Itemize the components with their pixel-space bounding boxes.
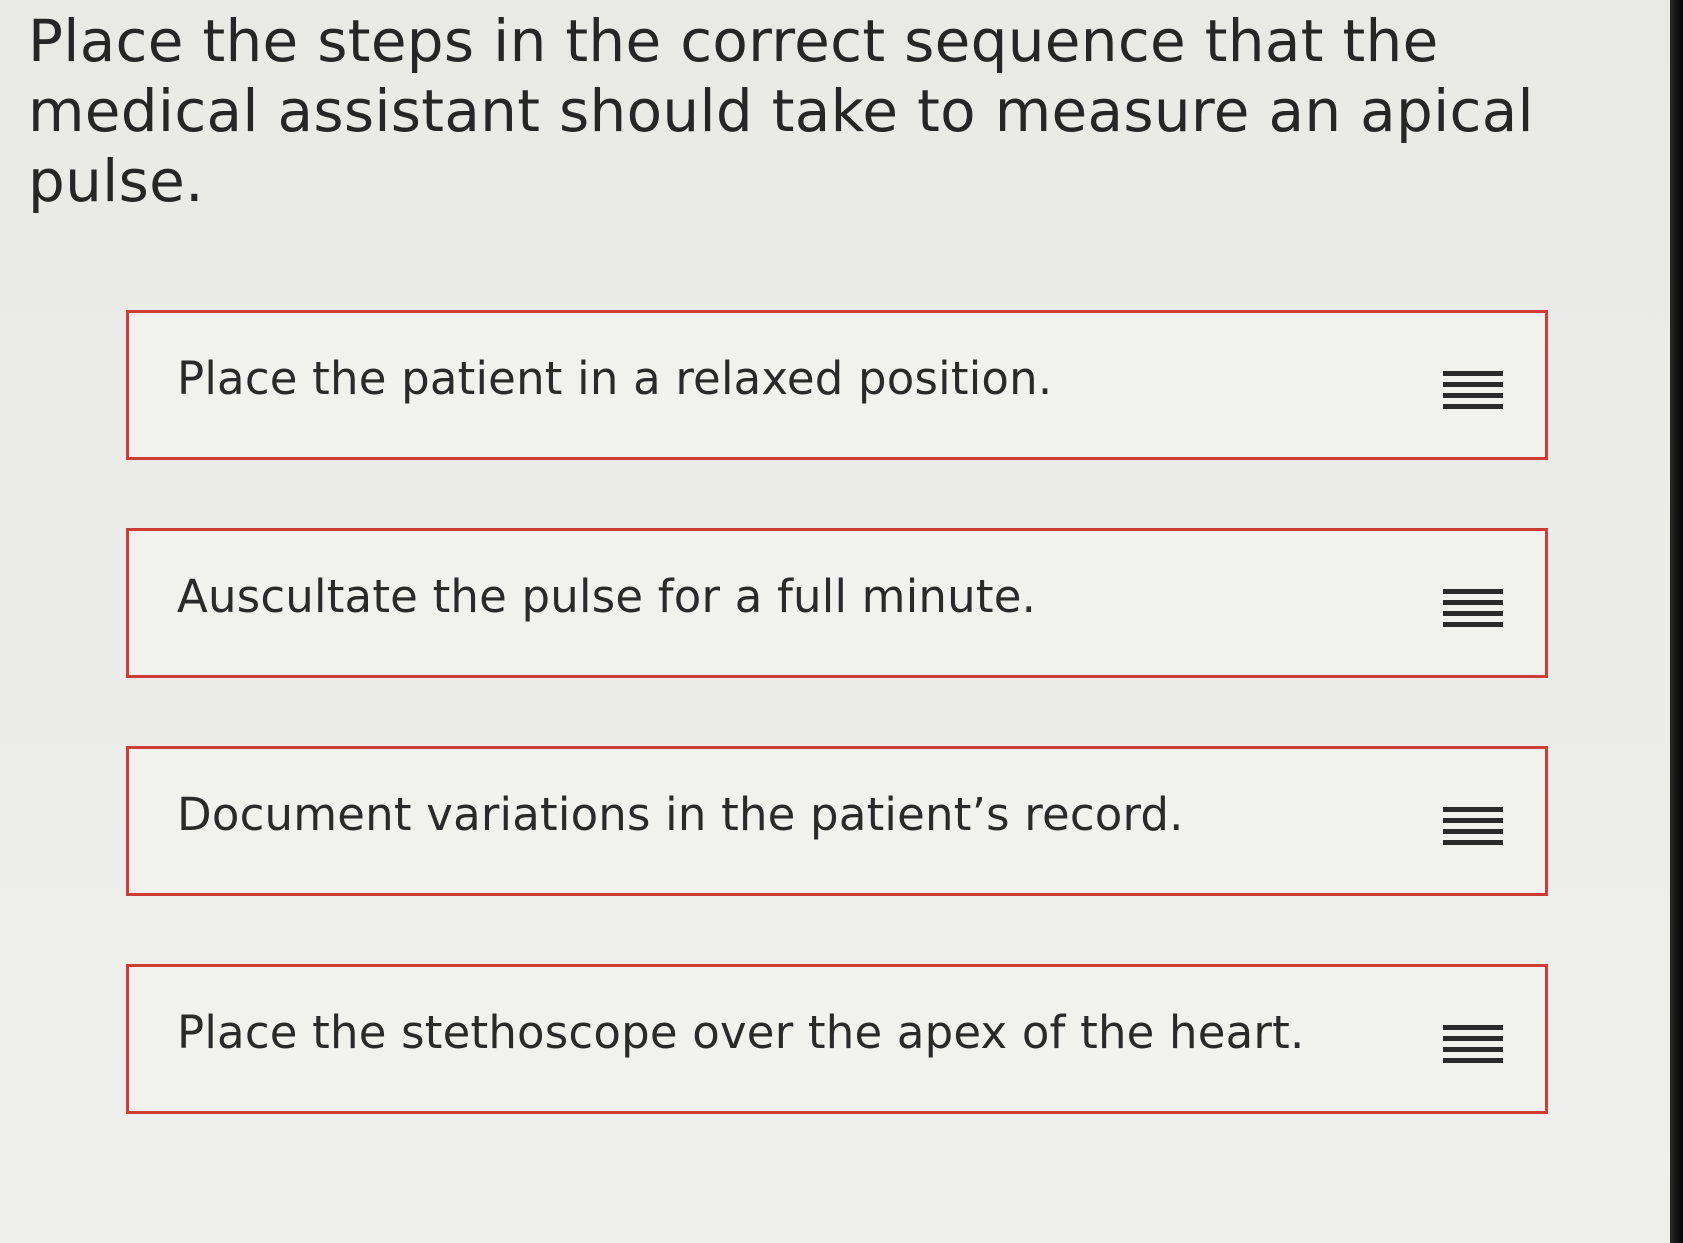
drag-handle-icon[interactable] <box>1443 1025 1503 1063</box>
device-bezel <box>1670 0 1683 1243</box>
sequence-item-4[interactable]: Place the stethoscope over the apex of t… <box>126 964 1548 1114</box>
screen: Place the steps in the correct sequence … <box>0 0 1670 1243</box>
drag-handle-icon[interactable] <box>1443 371 1503 409</box>
sequence-item-1[interactable]: Place the patient in a relaxed position. <box>126 310 1548 460</box>
sequence-item-label: Auscultate the pulse for a full minute. <box>177 570 1037 623</box>
question-prompt: Place the steps in the correct sequence … <box>28 7 1534 215</box>
sequence-item-label: Place the stethoscope over the apex of t… <box>177 1006 1305 1059</box>
sequence-item-3[interactable]: Document variations in the patient’s rec… <box>126 746 1548 896</box>
drag-handle-icon[interactable] <box>1443 589 1503 627</box>
sequence-item-label: Document variations in the patient’s rec… <box>177 788 1184 841</box>
sequence-item-label: Place the patient in a relaxed position. <box>177 352 1053 405</box>
sequence-item-2[interactable]: Auscultate the pulse for a full minute. <box>126 528 1548 678</box>
drag-handle-icon[interactable] <box>1443 807 1503 845</box>
sequence-list: Place the patient in a relaxed position.… <box>126 310 1551 1182</box>
